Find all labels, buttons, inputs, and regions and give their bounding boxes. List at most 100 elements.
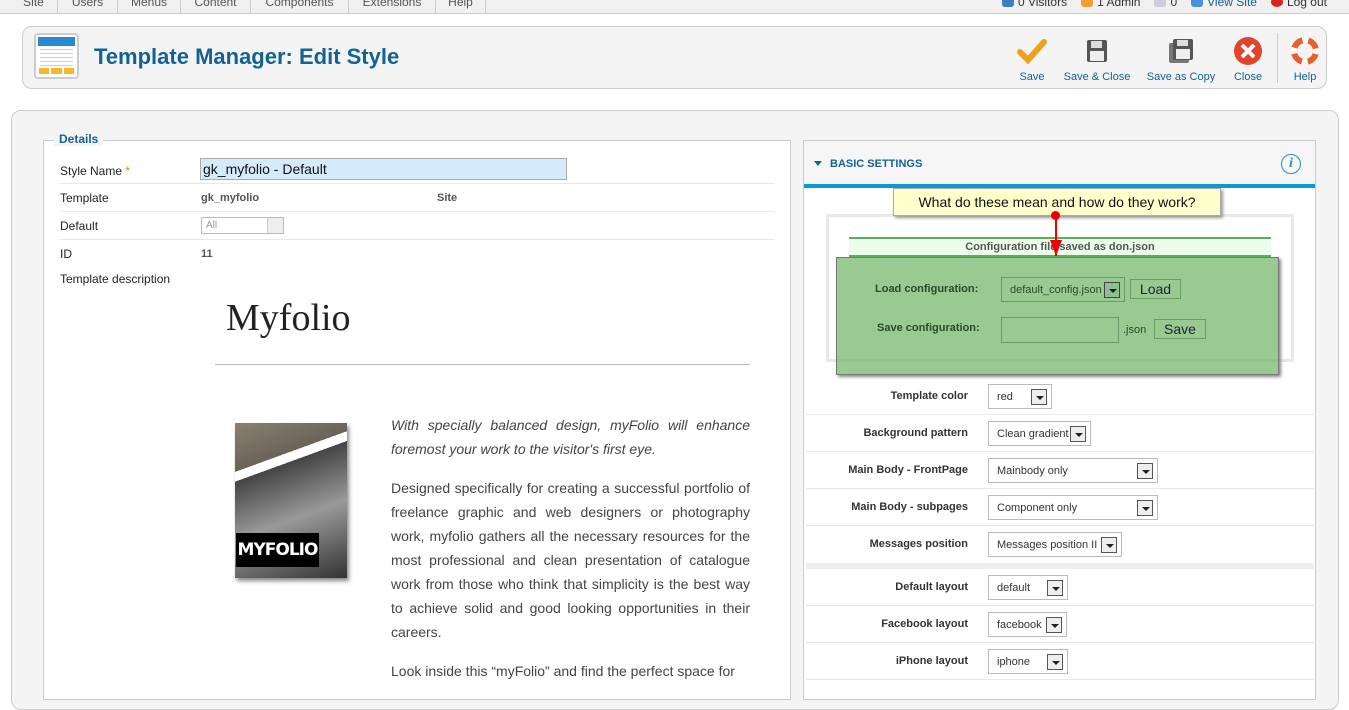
save-button[interactable]: Save	[1013, 37, 1051, 83]
close-icon	[1233, 37, 1263, 65]
help-label: Help	[1293, 71, 1317, 83]
chevron-down-icon	[1101, 537, 1117, 553]
default-label: Default	[60, 219, 99, 233]
setting-row-template-color: Template color red	[806, 378, 1314, 415]
default-select[interactable]: All	[201, 217, 284, 234]
load-config-label: Load configuration:	[875, 283, 979, 295]
setting-label: Facebook layout	[881, 618, 968, 630]
setting-row-messages-position: Messages position Messages position II	[806, 526, 1314, 563]
save-as-copy-button[interactable]: Save as Copy	[1145, 37, 1217, 83]
description-paragraph: Designed specifically for creating a suc…	[391, 480, 750, 640]
template-color-select[interactable]: red	[988, 384, 1052, 409]
top-menu-bar: Site Users Menus Content Components Exte…	[0, 0, 1349, 14]
template-label: Template	[60, 191, 109, 205]
basic-settings-title: BASIC SETTINGS	[830, 158, 923, 170]
setting-label: Template color	[890, 390, 968, 402]
main-body-subpages-select[interactable]: Component only	[988, 495, 1158, 520]
style-name-row: Style Name *	[60, 156, 774, 184]
setting-row-default-layout: Default layout default	[806, 569, 1314, 606]
default-layout-select[interactable]: default	[988, 575, 1068, 600]
setting-label: Main Body - subpages	[851, 501, 968, 513]
setting-label: Default layout	[895, 581, 968, 593]
template-manager-icon	[34, 33, 79, 79]
style-name-label: Style Name *	[60, 164, 130, 178]
setting-label: Messages position	[869, 538, 968, 550]
setting-row-facebook-layout: Facebook layout facebook	[806, 606, 1314, 643]
menu-tab-content[interactable]: Content	[181, 0, 251, 14]
menu-tab-components[interactable]: Components	[251, 0, 349, 14]
style-name-input[interactable]	[200, 158, 567, 180]
save-config-button[interactable]: Save	[1154, 319, 1206, 339]
messages-position-select[interactable]: Messages position II	[988, 532, 1122, 557]
logout-link[interactable]: Log out	[1287, 0, 1327, 9]
description-text: With specially balanced design, myFolio …	[391, 413, 750, 698]
chevron-down-icon	[1070, 426, 1086, 442]
setting-value: default	[997, 582, 1031, 594]
help-button[interactable]: Help	[1289, 37, 1321, 83]
description-row: Template description	[60, 265, 774, 293]
setting-value: red	[997, 391, 1013, 403]
default-select-value: All	[206, 220, 218, 231]
visitors-icon	[1001, 0, 1014, 7]
save-close-label: Save & Close	[1063, 71, 1131, 83]
chevron-down-icon	[1047, 580, 1063, 596]
status-bar: 0 Visitors 1 Admin 0 View Site Log out	[1001, 0, 1327, 9]
template-cover-image: MYFOLIO	[235, 423, 347, 578]
menu-tab-menus[interactable]: Menus	[118, 0, 181, 14]
background-pattern-select[interactable]: Clean gradient	[988, 421, 1091, 446]
save-config-label: Save configuration:	[877, 322, 980, 334]
details-legend: Details	[54, 132, 104, 146]
setting-value: Component only	[997, 502, 1078, 514]
menu-tab-users[interactable]: Users	[58, 0, 118, 14]
style-name-label-text: Style Name	[60, 164, 123, 178]
close-button[interactable]: Close	[1228, 37, 1268, 83]
chevron-down-icon	[1031, 389, 1047, 405]
description-label: Template description	[60, 272, 171, 286]
json-suffix: .json	[1123, 324, 1147, 336]
required-mark: *	[125, 164, 131, 178]
view-site-link[interactable]: View Site	[1207, 0, 1257, 9]
basic-settings-header[interactable]: BASIC SETTINGS i	[804, 141, 1315, 188]
id-label: ID	[60, 247, 72, 261]
setting-value: facebook	[997, 619, 1042, 631]
iphone-layout-select[interactable]: iphone	[988, 649, 1068, 674]
view-site-icon	[1191, 0, 1204, 7]
template-value: gk_myfolio	[201, 192, 260, 204]
id-row: ID 11	[60, 240, 774, 268]
admin-count: 1 Admin	[1097, 0, 1141, 9]
template-row: Template gk_myfolio Site	[60, 184, 774, 212]
chevron-down-icon	[1137, 463, 1153, 479]
main-body-frontpage-select[interactable]: Mainbody only	[988, 458, 1158, 483]
load-config-select[interactable]: default_config.json	[1001, 277, 1125, 302]
description-divider	[215, 364, 750, 365]
menu-tab-site[interactable]: Site	[10, 0, 58, 14]
annotation-dot	[1051, 211, 1060, 220]
collapse-triangle-icon	[814, 161, 822, 166]
default-row: Default All	[60, 212, 774, 240]
save-config-input[interactable]	[1001, 317, 1119, 343]
save-close-button[interactable]: Save & Close	[1063, 37, 1131, 83]
menu-tab-extensions[interactable]: Extensions	[349, 0, 436, 14]
setting-row-main-body-frontpage: Main Body - FrontPage Mainbody only	[806, 452, 1314, 489]
cover-label: MYFOLIO	[236, 533, 319, 567]
save-as-copy-label: Save as Copy	[1146, 71, 1216, 83]
setting-value: Mainbody only	[997, 465, 1068, 477]
load-button[interactable]: Load	[1130, 279, 1181, 299]
setting-label: Background pattern	[863, 427, 968, 439]
template-client: Site	[437, 192, 458, 204]
load-config-value: default_config.json	[1010, 284, 1102, 296]
chevron-down-icon	[1104, 282, 1120, 298]
setting-value: Messages position II	[997, 539, 1098, 551]
lifebuoy-icon	[1290, 37, 1320, 65]
checkmark-icon	[1017, 37, 1047, 65]
messages-count[interactable]: 0	[1170, 0, 1177, 9]
setting-label: Main Body - FrontPage	[848, 464, 968, 476]
setting-row-main-body-subpages: Main Body - subpages Component only	[806, 489, 1314, 526]
setting-value: iphone	[997, 656, 1031, 668]
info-icon[interactable]: i	[1281, 154, 1301, 174]
facebook-layout-select[interactable]: facebook	[988, 612, 1067, 637]
menu-tab-help[interactable]: Help	[436, 0, 486, 14]
chevron-down-icon	[1047, 654, 1063, 670]
close-label: Close	[1233, 71, 1263, 83]
description-paragraph: With specially balanced design, myFolio …	[391, 417, 750, 457]
